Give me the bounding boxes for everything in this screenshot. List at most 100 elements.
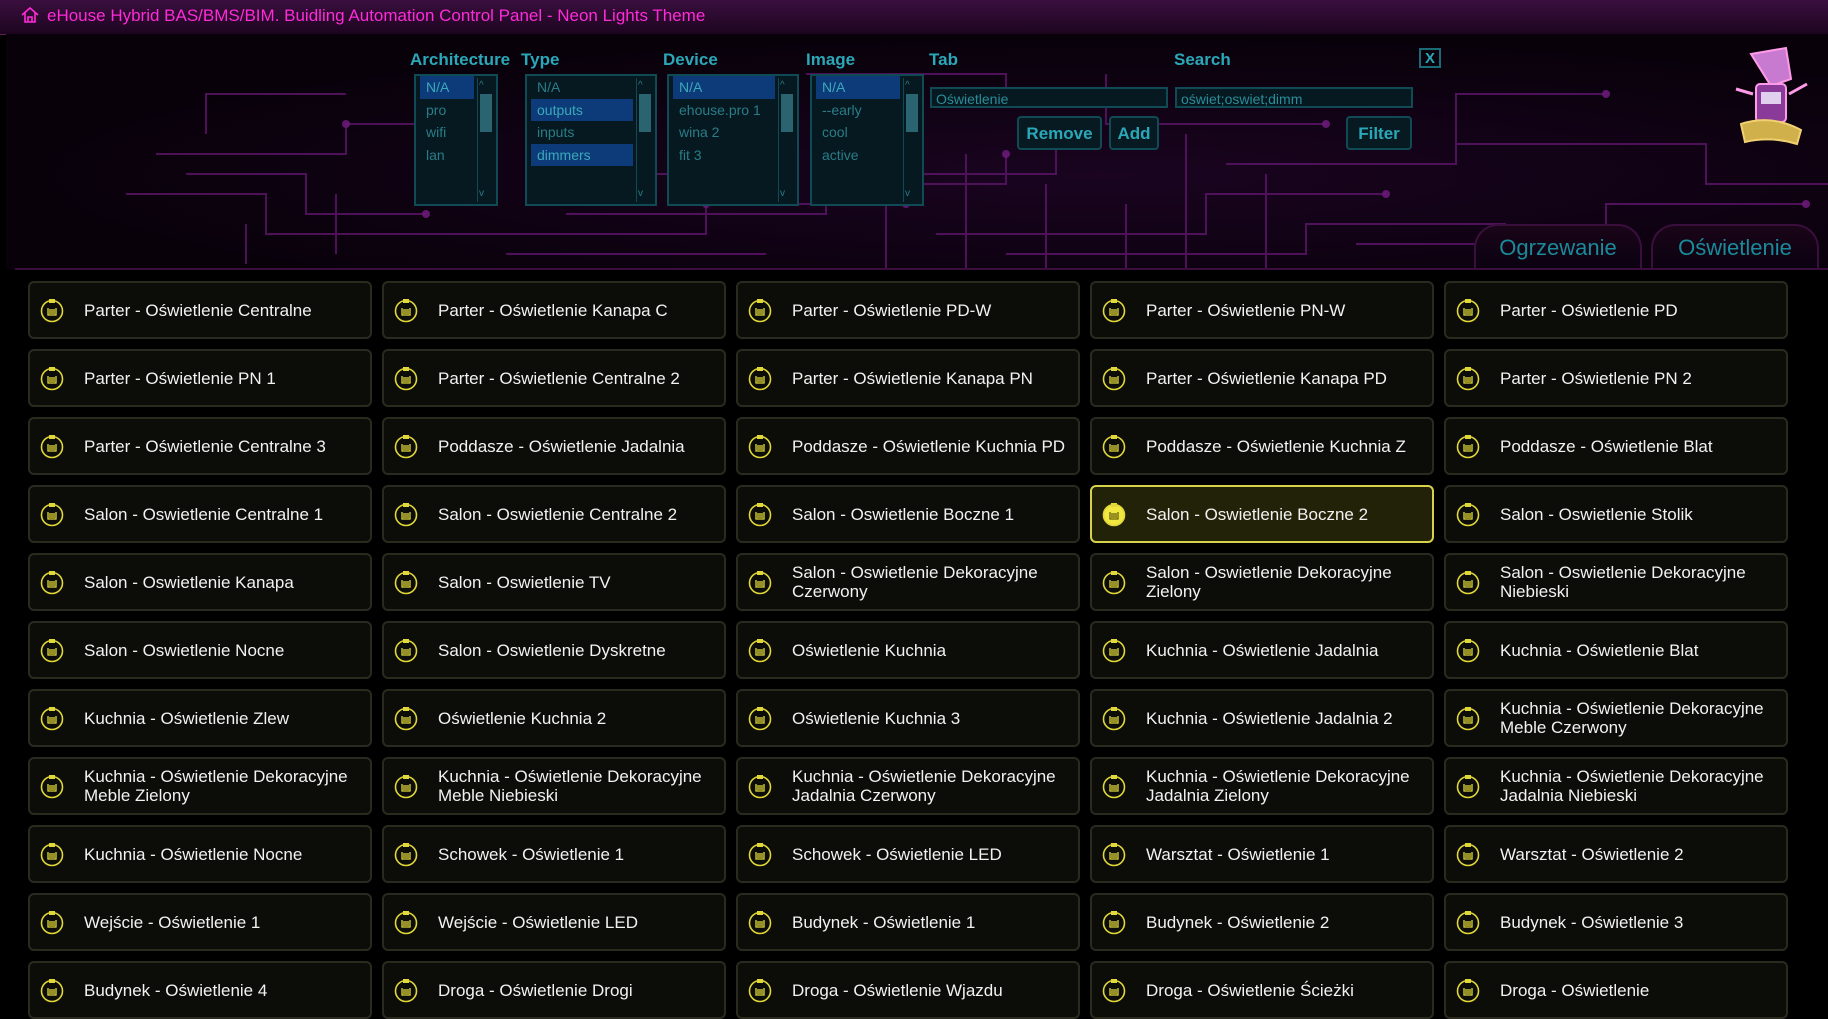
architecture-option[interactable]: pro — [420, 99, 474, 122]
light-tile[interactable]: Schowek - Oświetlenie LED — [736, 825, 1080, 883]
light-tile[interactable]: Salon - Oswietlenie Boczne 2 — [1090, 485, 1434, 543]
light-tile[interactable]: Poddasze - Oświetlenie Blat — [1444, 417, 1788, 475]
image-option[interactable]: --early — [816, 99, 900, 122]
scroll-down-icon[interactable]: v — [479, 188, 484, 200]
home-icon[interactable] — [20, 5, 40, 25]
type-select[interactable]: N/A outputs inputs dimmers ^ v — [525, 74, 657, 206]
light-tile[interactable]: Oświetlenie Kuchnia — [736, 621, 1080, 679]
tab-oswietlenie[interactable]: Oświetlenie — [1651, 224, 1819, 270]
light-tile[interactable]: Salon - Oswietlenie Kanapa — [28, 553, 372, 611]
light-tile[interactable]: Kuchnia - Oświetlenie Dekoracyjne Jadaln… — [1444, 757, 1788, 815]
light-tile[interactable]: Budynek - Oświetlenie 3 — [1444, 893, 1788, 951]
architecture-option[interactable]: lan — [420, 144, 474, 167]
close-button[interactable]: X — [1419, 48, 1441, 68]
light-tile[interactable]: Parter - Oświetlenie PN 1 — [28, 349, 372, 407]
image-select[interactable]: N/A --early cool active ^ v — [810, 74, 924, 206]
light-tile[interactable]: Kuchnia - Oświetlenie Blat — [1444, 621, 1788, 679]
light-tile[interactable]: Droga - Oświetlenie Wjazdu — [736, 961, 1080, 1019]
light-tile[interactable]: Droga - Oświetlenie Ścieżki — [1090, 961, 1434, 1019]
light-tile[interactable]: Kuchnia - Oświetlenie Dekoracyjne Meble … — [1444, 689, 1788, 747]
type-label: Type — [521, 50, 560, 69]
light-tile[interactable]: Kuchnia - Oświetlenie Dekoracyjne Meble … — [382, 757, 726, 815]
light-tile[interactable]: Parter - Oświetlenie PN 2 — [1444, 349, 1788, 407]
light-tile[interactable]: Salon - Oswietlenie Dekoracyjne Czerwony — [736, 553, 1080, 611]
light-tile[interactable]: Kuchnia - Oświetlenie Jadalnia — [1090, 621, 1434, 679]
light-tile[interactable]: Salon - Oswietlenie Centralne 2 — [382, 485, 726, 543]
light-tile[interactable]: Salon - Oswietlenie Nocne — [28, 621, 372, 679]
light-tile[interactable]: Droga - Oświetlenie — [1444, 961, 1788, 1019]
add-button[interactable]: Add — [1109, 116, 1159, 150]
tab-ogrzewanie[interactable]: Ogrzewanie — [1474, 224, 1642, 270]
light-tile[interactable]: Parter - Oświetlenie Kanapa PN — [736, 349, 1080, 407]
light-tile[interactable]: Salon - Oswietlenie Dekoracyjne Zielony — [1090, 553, 1434, 611]
type-option[interactable]: dimmers — [531, 143, 633, 166]
scroll-up-icon[interactable]: ^ — [479, 80, 484, 92]
scroll-up-icon[interactable]: ^ — [780, 80, 785, 92]
type-option[interactable]: outputs — [531, 98, 633, 121]
light-tile[interactable]: Salon - Oswietlenie Dyskretne — [382, 621, 726, 679]
type-option[interactable]: inputs — [531, 121, 633, 144]
device-option[interactable]: wina 2 — [673, 121, 775, 144]
device-option[interactable]: N/A — [673, 76, 775, 99]
light-tile[interactable]: Poddasze - Oświetlenie Kuchnia PD — [736, 417, 1080, 475]
light-tile[interactable]: Warsztat - Oświetlenie 2 — [1444, 825, 1788, 883]
light-tile[interactable]: Parter - Oświetlenie PN-W — [1090, 281, 1434, 339]
light-tile[interactable]: Parter - Oświetlenie Centralne 2 — [382, 349, 726, 407]
light-tile[interactable]: Salon - Oswietlenie Stolik — [1444, 485, 1788, 543]
tab-input[interactable]: Oświetlenie — [930, 87, 1168, 108]
light-tile[interactable]: Kuchnia - Oświetlenie Zlew — [28, 689, 372, 747]
light-tile[interactable]: Budynek - Oświetlenie 2 — [1090, 893, 1434, 951]
light-tile[interactable]: Kuchnia - Oświetlenie Nocne — [28, 825, 372, 883]
architecture-option[interactable]: N/A — [420, 76, 474, 99]
search-input[interactable]: oświet;oswiet;dimm — [1175, 87, 1413, 108]
light-tile[interactable]: Kuchnia - Oświetlenie Jadalnia 2 — [1090, 689, 1434, 747]
architecture-scrollbar[interactable]: ^ v — [477, 78, 494, 202]
light-tile[interactable]: Budynek - Oświetlenie 1 — [736, 893, 1080, 951]
architecture-select[interactable]: N/A pro wifi lan ^ v — [414, 74, 498, 206]
scroll-up-icon[interactable]: ^ — [905, 80, 910, 92]
device-select[interactable]: N/A ehouse.pro 1 wina 2 fit 3 ^ v — [667, 74, 799, 206]
light-tile-label: Kuchnia - Oświetlenie Dekoracyjne Meble … — [438, 767, 702, 805]
filter-button[interactable]: Filter — [1346, 116, 1412, 150]
light-tile[interactable]: Wejście - Oświetlenie LED — [382, 893, 726, 951]
architecture-option[interactable]: wifi — [420, 121, 474, 144]
light-tile[interactable]: Salon - Oswietlenie Boczne 1 — [736, 485, 1080, 543]
light-tile[interactable]: Wejście - Oświetlenie 1 — [28, 893, 372, 951]
light-tile[interactable]: Droga - Oświetlenie Drogi — [382, 961, 726, 1019]
type-option[interactable]: N/A — [531, 76, 633, 99]
light-tile[interactable]: Warsztat - Oświetlenie 1 — [1090, 825, 1434, 883]
light-tile[interactable]: Poddasze - Oświetlenie Jadalnia — [382, 417, 726, 475]
bulb-icon — [1102, 843, 1126, 867]
scroll-down-icon[interactable]: v — [905, 188, 910, 200]
light-tile[interactable]: Budynek - Oświetlenie 4 — [28, 961, 372, 1019]
light-tile[interactable]: Kuchnia - Oświetlenie Dekoracyjne Meble … — [28, 757, 372, 815]
light-tile[interactable]: Salon - Oswietlenie Dekoracyjne Niebiesk… — [1444, 553, 1788, 611]
light-tile[interactable]: Oświetlenie Kuchnia 3 — [736, 689, 1080, 747]
device-option[interactable]: ehouse.pro 1 — [673, 99, 775, 122]
image-scrollbar[interactable]: ^ v — [903, 78, 920, 202]
type-scrollbar[interactable]: ^ v — [636, 78, 653, 202]
remove-button[interactable]: Remove — [1017, 116, 1102, 150]
light-tile[interactable]: Kuchnia - Oświetlenie Dekoracyjne Jadaln… — [1090, 757, 1434, 815]
device-scrollbar[interactable]: ^ v — [778, 78, 795, 202]
light-tile[interactable]: Parter - Oświetlenie Centralne — [28, 281, 372, 339]
light-tile[interactable]: Parter - Oświetlenie Kanapa PD — [1090, 349, 1434, 407]
image-option[interactable]: N/A — [816, 76, 900, 99]
light-tile-label: Salon - Oswietlenie Centralne 1 — [84, 504, 324, 524]
scroll-up-icon[interactable]: ^ — [638, 80, 643, 92]
light-tile[interactable]: Parter - Oświetlenie Kanapa C — [382, 281, 726, 339]
light-tile[interactable]: Schowek - Oświetlenie 1 — [382, 825, 726, 883]
device-option[interactable]: fit 3 — [673, 144, 775, 167]
light-tile[interactable]: Parter - Oświetlenie PD — [1444, 281, 1788, 339]
light-tile[interactable]: Parter - Oświetlenie PD-W — [736, 281, 1080, 339]
light-tile[interactable]: Oświetlenie Kuchnia 2 — [382, 689, 726, 747]
image-option[interactable]: active — [816, 144, 900, 167]
scroll-down-icon[interactable]: v — [638, 188, 643, 200]
light-tile[interactable]: Poddasze - Oświetlenie Kuchnia Z — [1090, 417, 1434, 475]
scroll-down-icon[interactable]: v — [780, 188, 785, 200]
light-tile[interactable]: Salon - Oswietlenie TV — [382, 553, 726, 611]
light-tile[interactable]: Salon - Oswietlenie Centralne 1 — [28, 485, 372, 543]
image-option[interactable]: cool — [816, 121, 900, 144]
light-tile[interactable]: Parter - Oświetlenie Centralne 3 — [28, 417, 372, 475]
light-tile[interactable]: Kuchnia - Oświetlenie Dekoracyjne Jadaln… — [736, 757, 1080, 815]
